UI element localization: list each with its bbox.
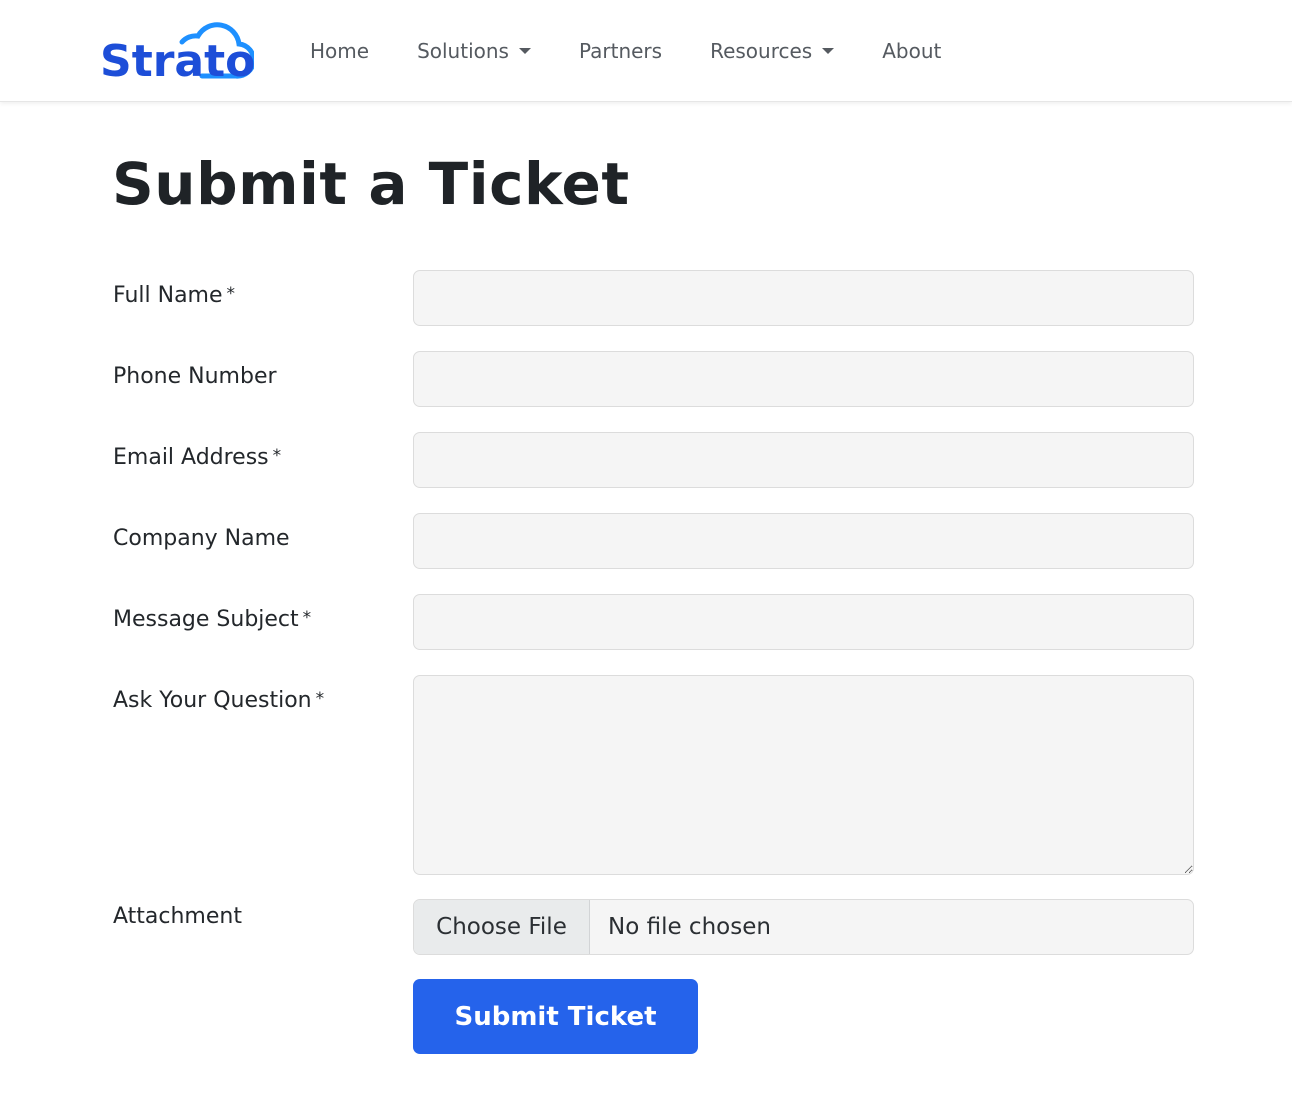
phone-number-input[interactable] — [413, 351, 1194, 407]
full-name-label: Full Name * — [113, 283, 236, 308]
nav-home[interactable]: Home — [310, 39, 369, 63]
company-name-label: Company Name — [113, 526, 290, 551]
nav-solutions-dropdown[interactable]: Solutions — [417, 39, 531, 63]
nav-solutions-label: Solutions — [417, 39, 509, 63]
required-marker: * — [302, 608, 312, 628]
question-textarea[interactable] — [413, 675, 1194, 875]
nav-about-label: About — [882, 39, 942, 63]
question-label: Ask Your Question * — [113, 688, 325, 713]
nav-home-label: Home — [310, 39, 370, 63]
caret-down-icon — [822, 48, 835, 54]
phone-number-label: Phone Number — [113, 364, 277, 389]
file-status-text: No file chosen — [608, 914, 771, 940]
strato-logo[interactable]: Strato — [98, 20, 256, 87]
navbar: Strato Home Solutions Partners Resources… — [0, 0, 1292, 102]
logo-text: Strato — [100, 36, 254, 82]
required-marker: * — [272, 446, 282, 466]
email-address-label: Email Address * — [113, 445, 282, 470]
choose-file-button[interactable]: Choose File — [414, 900, 590, 954]
company-name-input[interactable] — [413, 513, 1194, 569]
message-subject-label: Message Subject * — [113, 607, 312, 632]
required-marker: * — [226, 284, 236, 304]
nav-partners-label: Partners — [578, 39, 663, 63]
attachment-label: Attachment — [113, 904, 242, 929]
full-name-input[interactable] — [413, 270, 1194, 326]
nav-about[interactable]: About — [882, 39, 941, 63]
file-input[interactable]: Choose File No file chosen — [413, 899, 1194, 955]
nav-partners[interactable]: Partners — [579, 39, 662, 63]
main-nav: Home Solutions Partners Resources About — [310, 0, 989, 102]
required-marker: * — [315, 689, 325, 709]
message-subject-input[interactable] — [413, 594, 1194, 650]
nav-resources-label: Resources — [710, 39, 813, 63]
email-address-input[interactable] — [413, 432, 1194, 488]
caret-down-icon — [518, 48, 531, 54]
page-title: Submit a Ticket — [112, 150, 630, 218]
nav-resources-dropdown[interactable]: Resources — [710, 39, 835, 63]
submit-ticket-button[interactable]: Submit Ticket — [413, 979, 698, 1054]
cloud-icon: Strato — [100, 22, 256, 87]
